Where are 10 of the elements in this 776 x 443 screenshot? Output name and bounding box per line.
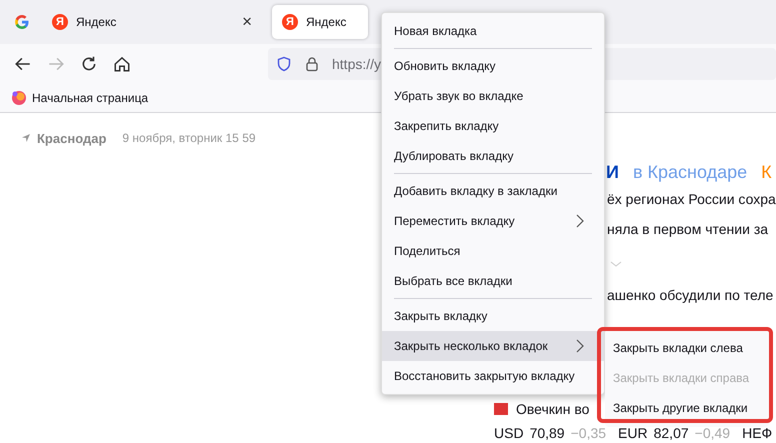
currency-rate: 70,89 [530, 425, 565, 441]
currency-rate: 82,07 [654, 425, 689, 441]
currency-code: USD [494, 425, 524, 441]
site-favicon: Я [282, 14, 298, 30]
site-favicon: Я [52, 14, 68, 30]
currency-code: EUR [618, 425, 648, 441]
rate-change: −0,49 [694, 425, 730, 441]
currency-code: НЕФ [742, 425, 772, 441]
date-text: 9 ноября, вторник 15 59 [122, 131, 256, 145]
rate-change: −0,35 [570, 425, 606, 441]
